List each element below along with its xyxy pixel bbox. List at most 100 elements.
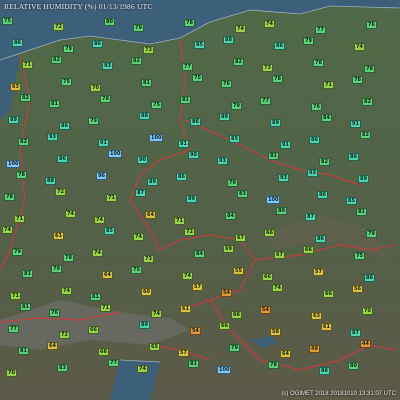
station-humidity-label: 86 xyxy=(12,39,23,47)
station-humidity-label: 57 xyxy=(192,283,203,291)
station-humidity-label: 72 xyxy=(55,188,66,196)
station-humidity-label: 83 xyxy=(237,190,248,198)
station-humidity-label: 75 xyxy=(192,74,203,82)
station-humidity-label: 89 xyxy=(139,321,150,329)
station-humidity-label: 79 xyxy=(303,37,314,45)
station-humidity-label: 81 xyxy=(49,100,60,108)
station-humidity-label: 86 xyxy=(274,42,285,50)
station-humidity-label: 56 xyxy=(352,285,363,293)
station-humidity-label: 86 xyxy=(309,136,320,144)
station-humidity-label: 64 xyxy=(102,271,113,279)
station-humidity-label: 88 xyxy=(223,36,234,44)
station-humidity-label: 77 xyxy=(315,26,326,34)
station-humidity-label: 63 xyxy=(10,83,21,91)
station-humidity-label: 79 xyxy=(12,248,23,256)
station-humidity-label: 74 xyxy=(61,287,72,295)
station-humidity-label: 70 xyxy=(90,84,101,92)
station-humidity-label: 83 xyxy=(57,364,68,372)
station-humidity-label: 75 xyxy=(61,78,72,86)
station-humidity-label: 93 xyxy=(307,169,318,177)
station-humidity-label: 78 xyxy=(272,75,283,83)
station-humidity-label: 88 xyxy=(139,112,150,120)
station-humidity-label: 71 xyxy=(106,194,117,202)
station-humidity-label: 87 xyxy=(305,213,316,221)
station-humidity-label: 100 xyxy=(217,366,232,374)
map-title: RELATIVE HUMIDITY (%) 01/13/1986 UTC xyxy=(4,2,153,11)
station-humidity-label: 91 xyxy=(98,139,109,147)
station-humidity-label: 54 xyxy=(260,306,271,314)
station-humidity-label: 78 xyxy=(313,59,324,67)
station-humidity-label: 72 xyxy=(59,331,70,339)
station-humidity-label: 88 xyxy=(45,177,56,185)
station-humidity-label: 90 xyxy=(137,156,148,164)
station-humidity-label: 67 xyxy=(235,234,246,242)
station-humidity-label: 61 xyxy=(180,305,191,313)
station-humidity-label: 66 xyxy=(88,326,99,334)
station-humidity-label: 76 xyxy=(366,21,377,29)
station-humidity-label: 100 xyxy=(266,196,281,204)
station-humidity-label: 66 xyxy=(98,348,109,356)
station-humidity-label: 74 xyxy=(151,310,162,318)
station-humidity-label: 89 xyxy=(147,178,158,186)
station-humidity-label: 80 xyxy=(104,18,115,26)
station-humidity-label: 78 xyxy=(63,254,74,262)
station-humidity-label: 60 xyxy=(141,288,152,296)
station-humidity-label: 91 xyxy=(178,140,189,148)
station-humidity-label: 78 xyxy=(364,65,375,73)
station-humidity-label: 74 xyxy=(272,284,283,292)
station-humidity-label: 76 xyxy=(221,80,232,88)
station-humidity-label: 89 xyxy=(8,116,19,124)
station-humidity-label: 89 xyxy=(358,175,369,183)
station-humidity-label: 100 xyxy=(6,160,21,168)
station-humidity-label: 55 xyxy=(233,267,244,275)
station-humidity-label: 71 xyxy=(14,215,25,223)
station-humidity-label: 90 xyxy=(188,151,199,159)
station-humidity-label: 91 xyxy=(280,141,291,149)
station-humidity-label: 74 xyxy=(264,20,275,28)
station-humidity-label: 63 xyxy=(311,312,322,320)
station-humidity-label: 100 xyxy=(149,134,164,142)
station-humidity-label: 86 xyxy=(364,274,375,282)
station-humidity-label: 77 xyxy=(8,325,19,333)
station-humidity-label: 82 xyxy=(51,56,62,64)
station-humidity-label: 89 xyxy=(219,113,230,121)
station-humidity-label: 66 xyxy=(264,229,275,237)
station-humidity-label: 79 xyxy=(366,230,377,238)
station-humidity-label: 86 xyxy=(92,40,103,48)
station-humidity-label: 78 xyxy=(268,361,279,369)
station-humidity-label: 84 xyxy=(225,212,236,220)
station-humidity-label: 81 xyxy=(20,303,31,311)
station-humidity-label: 91 xyxy=(350,120,361,128)
station-humidity-label: 82 xyxy=(319,158,330,166)
station-humidity-label: 70 xyxy=(362,307,373,315)
station-humidity-label: 74 xyxy=(65,210,76,218)
station-humidity-label: 66 xyxy=(262,273,273,281)
station-humidity-label: 73 xyxy=(143,255,154,263)
station-humidity-label: 70 xyxy=(6,369,17,377)
station-humidity-label: 80 xyxy=(348,362,359,370)
station-humidity-label: 79 xyxy=(88,117,99,125)
station-humidity-label: 78 xyxy=(352,76,363,84)
station-humidity-label: 79 xyxy=(51,265,62,273)
station-humidity-label: 82 xyxy=(18,138,29,146)
station-humidity-label: 74 xyxy=(354,43,365,51)
station-humidity-label: 77 xyxy=(108,359,119,367)
station-humidity-label: 71 xyxy=(10,292,21,300)
map-credit: (c) OGIMET 2018 20181010 13:31:07 UTC xyxy=(281,391,396,397)
station-humidity-label: 44 xyxy=(360,340,371,348)
station-humidity-label: 81 xyxy=(141,79,152,87)
station-humidity-label: 74 xyxy=(182,272,193,280)
station-humidity-label: 80 xyxy=(276,207,287,215)
station-humidity-label: 89 xyxy=(270,119,281,127)
station-humidity-label: 93 xyxy=(278,174,289,182)
station-humidity-label: 57 xyxy=(313,268,324,276)
station-humidity-label: 64 xyxy=(47,342,58,350)
station-humidity-label: 79 xyxy=(229,344,240,352)
station-humidity-label: 78 xyxy=(16,171,27,179)
station-humidity-label: 66 xyxy=(219,322,230,330)
station-humidity-label: 85 xyxy=(346,197,357,205)
station-humidity-label: 86 xyxy=(319,367,330,375)
station-humidity-label: 75 xyxy=(354,252,365,260)
station-humidity-label: 66 xyxy=(303,246,314,254)
station-humidity-label: 66 xyxy=(323,290,334,298)
